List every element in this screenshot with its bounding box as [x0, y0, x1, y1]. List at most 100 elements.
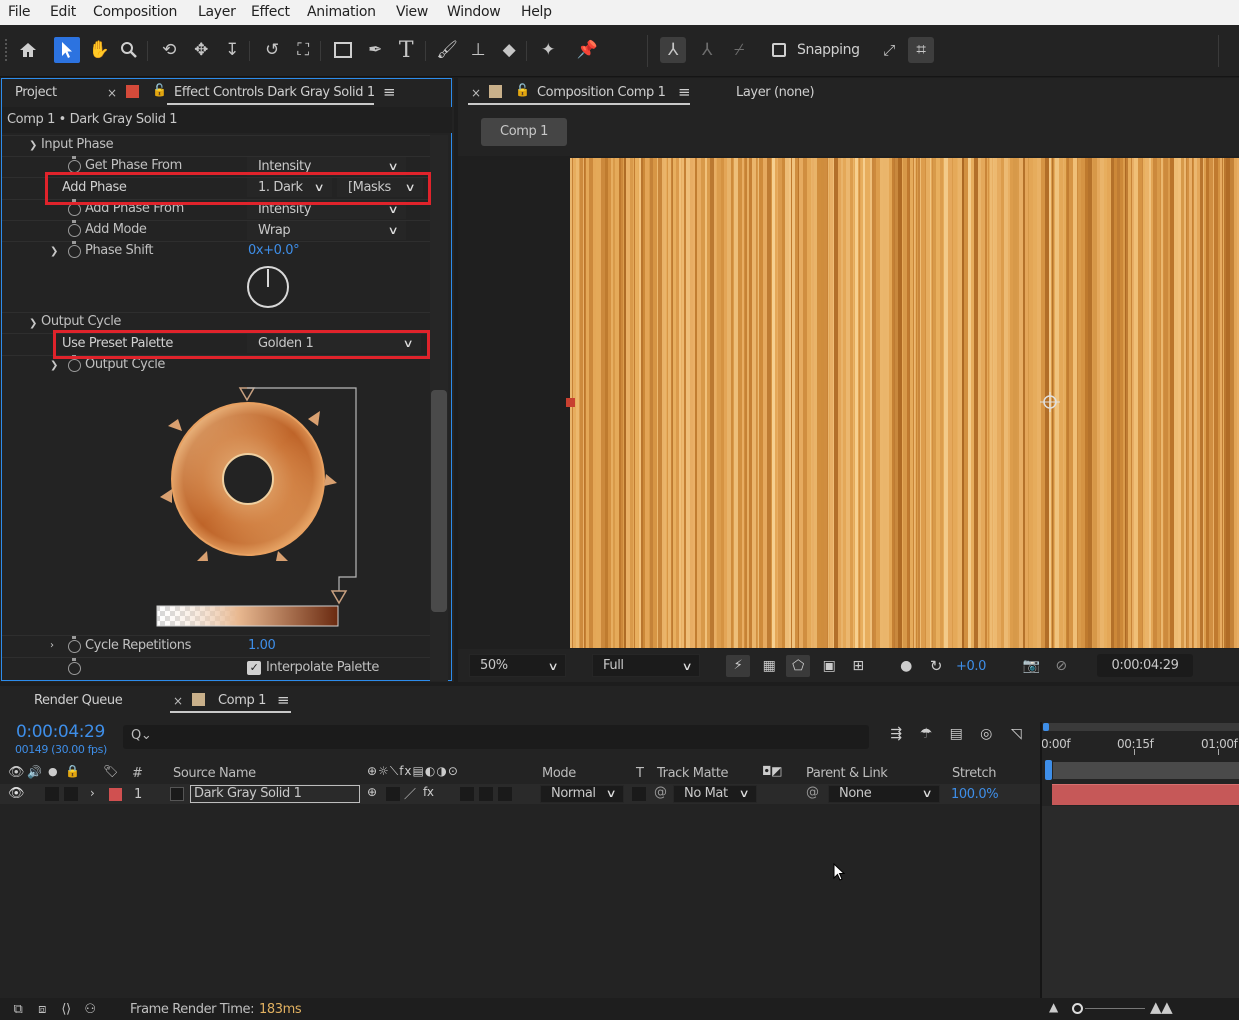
input-phase-group-label[interactable]: Input Phase — [41, 137, 114, 152]
menu-view[interactable]: View — [396, 4, 428, 20]
dolly-camera-icon[interactable]: ↧ — [219, 37, 245, 63]
toolbar-grip[interactable] — [5, 39, 7, 61]
zoom-dropdown[interactable]: 50% ∨ — [469, 654, 566, 677]
parent-pickwhip-icon[interactable]: @ — [806, 785, 819, 800]
solo-switch-icon[interactable]: ● — [48, 765, 58, 778]
output-cycle-wheel[interactable] — [150, 381, 365, 631]
close-tab-icon[interactable]: × — [471, 86, 481, 100]
chevron-down-icon[interactable]: ❯ — [50, 360, 58, 371]
pan-behind-icon[interactable]: ⛶ — [290, 37, 316, 63]
chevron-down-icon[interactable]: ❯ — [50, 246, 58, 257]
tab-layer[interactable]: Layer (none) — [736, 85, 815, 100]
work-area-bar[interactable] — [1043, 723, 1239, 731]
matte-pickwhip-icon[interactable]: @ — [654, 785, 667, 800]
anchor-point-icon[interactable] — [1040, 392, 1060, 412]
mask-visibility-icon[interactable]: ⬠ — [786, 655, 810, 677]
lock-icon[interactable]: 🔓 — [515, 83, 530, 97]
resolution-dropdown[interactable]: Full ∨ — [592, 654, 700, 677]
snap-edges-icon[interactable]: ⤢ — [876, 37, 902, 63]
effects-switch-icon[interactable]: fx — [423, 785, 434, 799]
composition-canvas[interactable] — [570, 158, 1239, 648]
video-switch-icon[interactable]: 👁 — [8, 765, 25, 780]
solo-toggle[interactable] — [45, 787, 59, 801]
label-tag-icon[interactable]: 🏷 — [103, 764, 118, 778]
phase-shift-value[interactable]: 0x+0.0° — [248, 243, 300, 258]
column-t[interactable]: T — [636, 766, 644, 781]
phase-shift-angle-dial[interactable] — [245, 264, 291, 310]
close-tab-icon[interactable]: × — [107, 86, 117, 100]
menu-animation[interactable]: Animation — [307, 4, 376, 20]
column-stretch[interactable]: Stretch — [952, 766, 996, 781]
column-track-matte[interactable]: Track Matte — [657, 766, 729, 781]
tab-effect-controls[interactable]: Effect Controls Dark Gray Solid 1 — [174, 85, 375, 100]
clone-stamp-icon[interactable]: ⊥ — [465, 37, 491, 63]
menu-composition[interactable]: Composition — [93, 4, 177, 20]
audio-switch-icon[interactable]: 🔊 — [27, 765, 42, 779]
column-source-name[interactable]: Source Name — [173, 766, 256, 781]
pen-icon[interactable]: ✒ — [362, 37, 388, 63]
roto-brush-icon[interactable]: ✦ — [535, 37, 561, 63]
color-channels-icon[interactable]: ● — [894, 655, 918, 677]
zoom-in-mountain-icon[interactable]: ▲▲ — [1150, 998, 1173, 1016]
puppet-pin-icon[interactable]: 📌 — [574, 37, 600, 63]
layer-name-field[interactable]: Dark Gray Solid 1 — [190, 785, 360, 803]
collapse-switch[interactable] — [386, 787, 400, 801]
tab-composition[interactable]: Composition Comp 1 — [537, 85, 666, 100]
orbit-camera-icon[interactable]: ⟲ — [156, 37, 182, 63]
column-number[interactable]: # — [132, 766, 143, 781]
snapshot-camera-icon[interactable]: 📷 — [1019, 655, 1043, 677]
shy-layers-icon[interactable]: ☂ — [914, 726, 938, 748]
lock-switch-icon[interactable]: 🔒 — [65, 764, 80, 778]
rectangle-icon[interactable] — [330, 37, 356, 63]
panel-menu-icon[interactable]: ≡ — [277, 691, 290, 709]
layer-duration-bar[interactable] — [1052, 784, 1239, 805]
zoom-slider-thumb[interactable] — [1072, 1003, 1083, 1014]
grid-guides-icon[interactable]: ⊞ — [846, 655, 870, 677]
stopwatch-icon[interactable] — [68, 355, 81, 372]
modes-toggle-icon[interactable]: ⧈ — [31, 998, 53, 1020]
transparency-grid-icon[interactable]: ▦ — [757, 655, 781, 677]
frame-blending-icon[interactable]: ▤ — [944, 726, 968, 748]
quality-switch-icon[interactable]: ／ — [404, 785, 416, 802]
chevron-right-icon[interactable]: › — [50, 640, 54, 651]
menu-help[interactable]: Help — [521, 4, 552, 20]
chevron-down-icon[interactable]: ❯ — [29, 318, 37, 329]
viewer-timecode[interactable]: 0:00:04:29 — [1097, 654, 1193, 677]
layer-switches-toggle-icon[interactable]: ⧉ — [7, 998, 29, 1020]
blend-mode-dropdown[interactable]: Normal ∨ — [540, 785, 624, 803]
tab-comp[interactable]: Comp 1 — [218, 693, 266, 708]
stopwatch-icon[interactable] — [68, 241, 81, 258]
lock-icon[interactable]: 🔓 — [152, 83, 167, 97]
snap-features-icon[interactable]: ⌗ — [908, 37, 934, 63]
scrollbar-thumb[interactable] — [431, 390, 447, 612]
preserve-transparency-toggle[interactable] — [632, 787, 646, 801]
current-time-indicator[interactable] — [1045, 760, 1052, 780]
menu-edit[interactable]: Edit — [50, 4, 76, 20]
render-time-toggle-icon[interactable]: ⚇ — [79, 998, 101, 1020]
tab-project[interactable]: Project — [15, 85, 57, 100]
exposure-value[interactable]: +0.0 — [956, 659, 986, 674]
in-out-toggle-icon[interactable]: ⟨⟩ — [55, 998, 77, 1020]
type-icon[interactable]: T — [393, 37, 419, 63]
motion-blur-icon[interactable]: ◎ — [974, 726, 998, 748]
chevron-down-icon[interactable]: ❯ — [29, 140, 37, 151]
zoom-out-mountain-icon[interactable]: ▲ — [1049, 1000, 1058, 1014]
timeline-graph-area[interactable] — [1042, 806, 1239, 998]
fast-previews-icon[interactable]: ⚡ — [726, 655, 750, 677]
lock-toggle[interactable] — [64, 787, 78, 801]
motion-blur-switch[interactable] — [479, 787, 493, 801]
panel-menu-icon[interactable]: ≡ — [678, 83, 691, 101]
adjustment-layer-switch[interactable] — [498, 787, 512, 801]
graph-editor-icon[interactable]: ◹ — [1004, 726, 1028, 748]
menu-window[interactable]: Window — [447, 4, 501, 20]
interpolate-palette-checkbox[interactable]: ✓ — [247, 661, 261, 675]
show-snapshot-icon[interactable]: ⊘ — [1049, 655, 1073, 677]
stopwatch-icon[interactable] — [68, 220, 81, 237]
composition-flowchart-icon[interactable]: ⇶ — [884, 726, 908, 748]
menu-effect[interactable]: Effect — [251, 4, 290, 20]
eraser-icon[interactable]: ◆ — [496, 37, 522, 63]
snapping-checkbox[interactable] — [772, 43, 786, 57]
pan-camera-icon[interactable]: ✥ — [188, 37, 214, 63]
track-matte-dropdown[interactable]: No Mat ∨ — [673, 785, 757, 803]
brush-icon[interactable]: 🖌 — [434, 37, 460, 63]
